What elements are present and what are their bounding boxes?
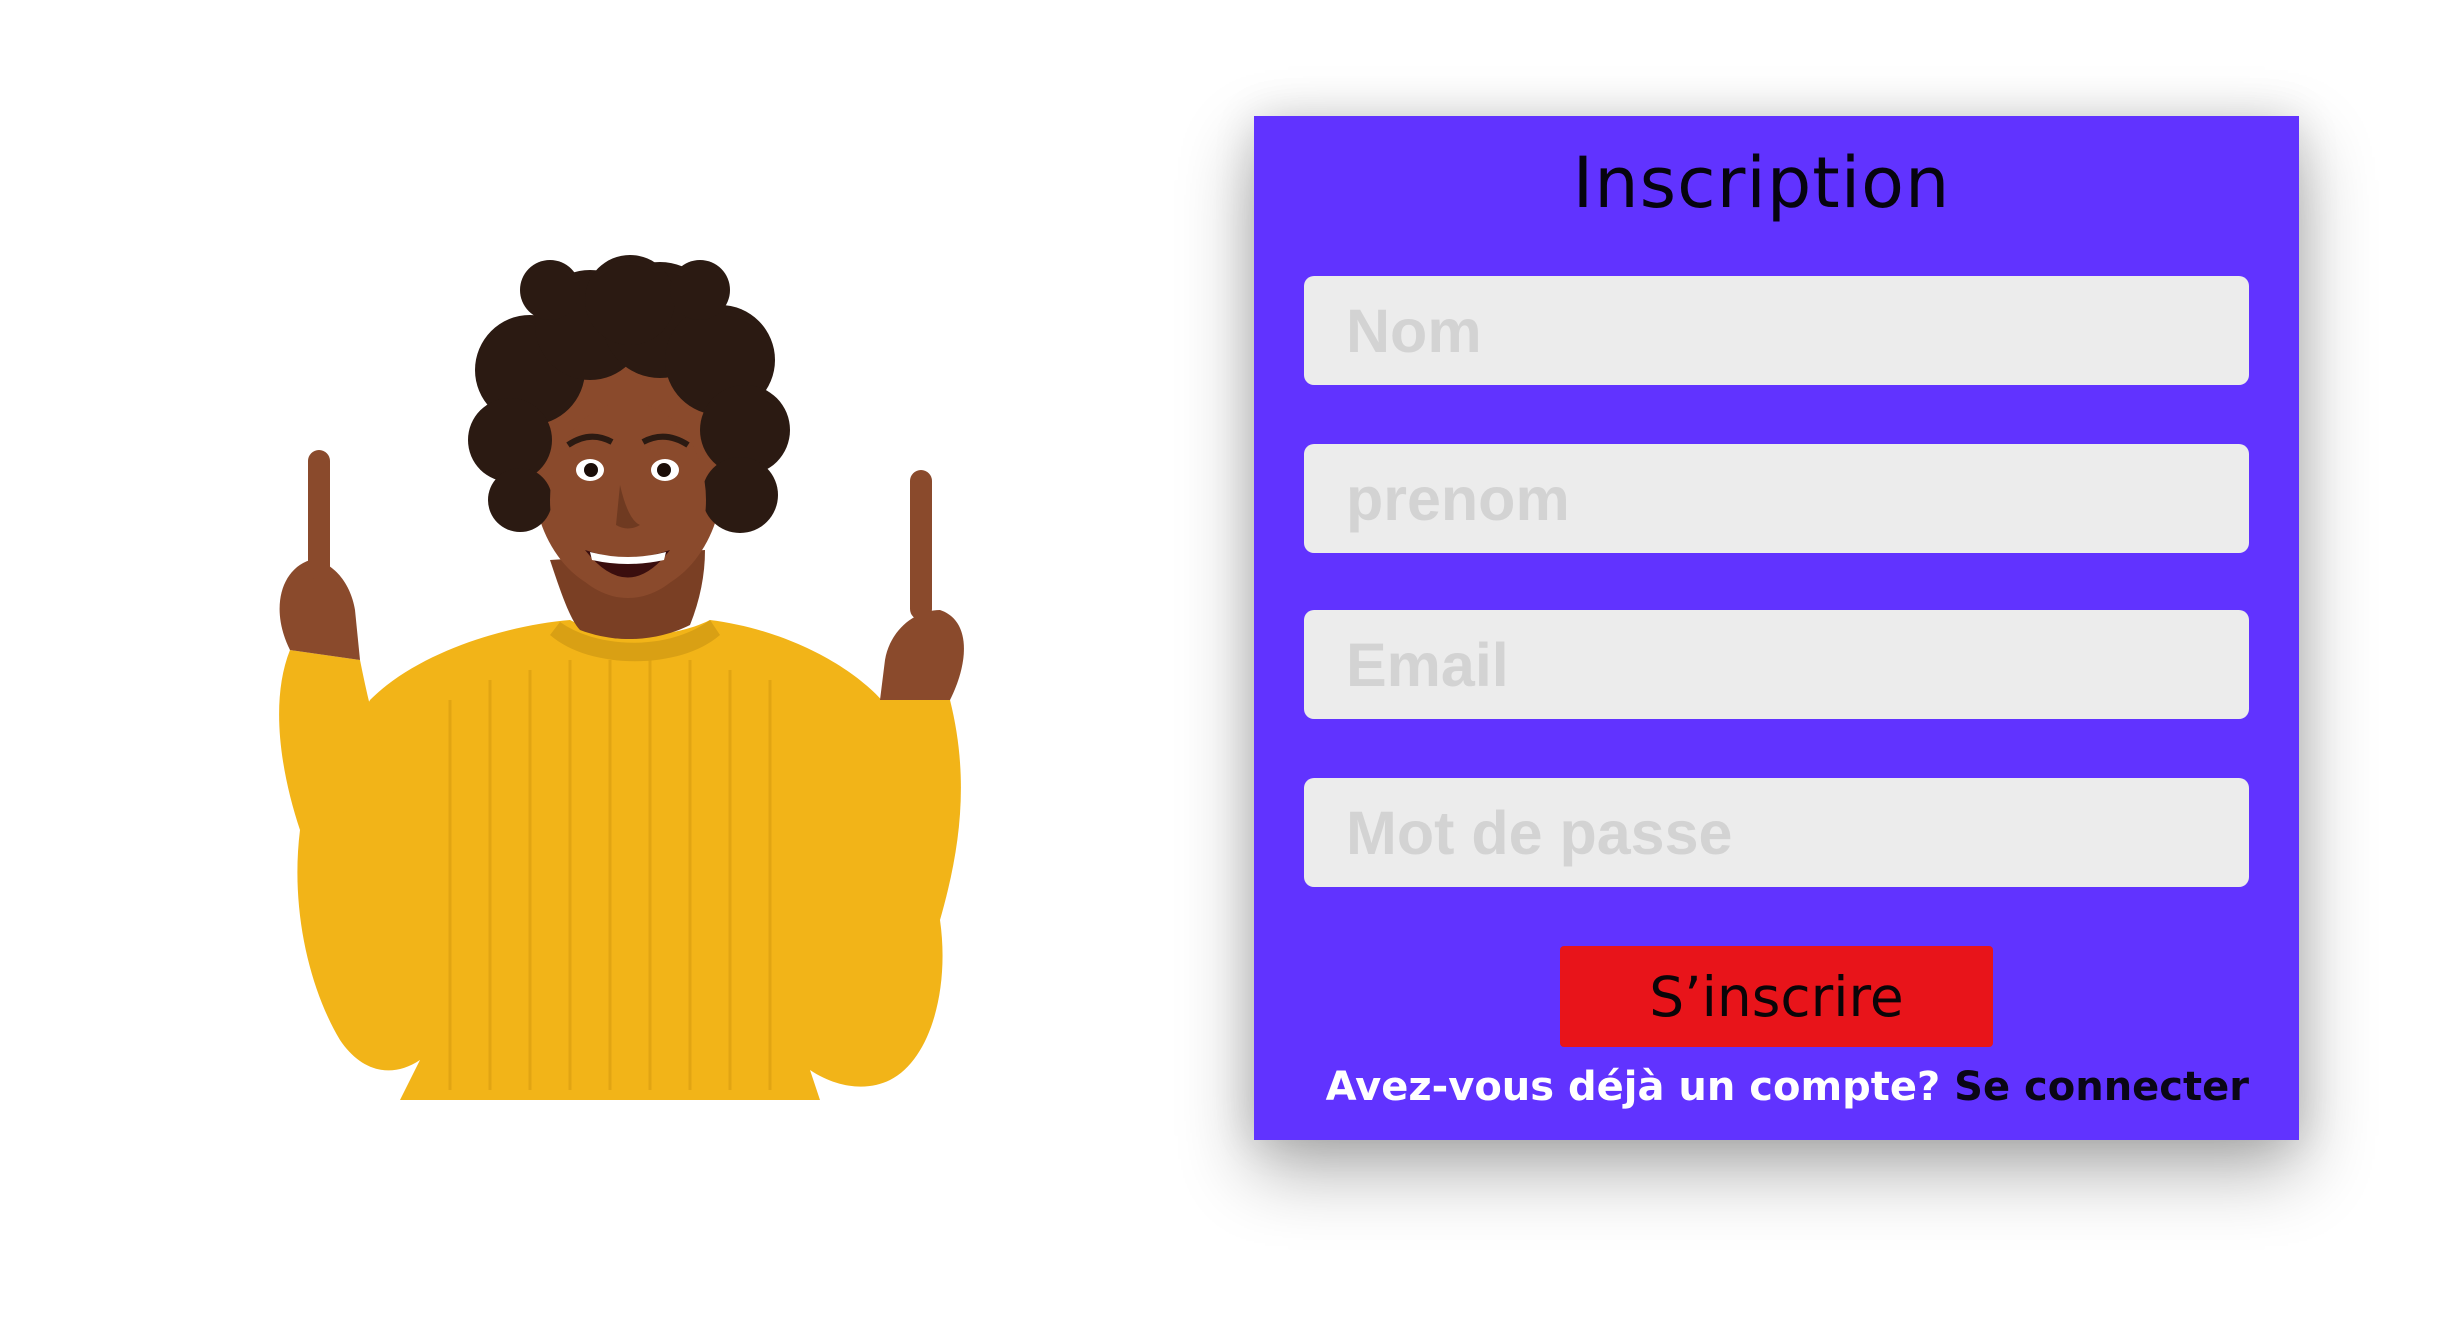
email-input[interactable] [1304,610,2249,719]
signup-page: Inscription S’inscrire Avez-vous déjà un… [0,0,2439,1326]
password-input[interactable] [1304,778,2249,887]
signup-button[interactable]: S’inscrire [1560,946,1993,1047]
person-illustration [250,230,990,1100]
form-title: Inscription [1572,142,1951,224]
prenom-input[interactable] [1304,444,2249,553]
login-prompt-line: Avez-vous déjà un compte? Se connecter [1254,1064,2299,1110]
person-pointing-up-image [279,255,964,1100]
login-prompt-text: Avez-vous déjà un compte? [1325,1064,1955,1110]
nom-input[interactable] [1304,276,2249,385]
login-link[interactable]: Se connecter [1954,1064,2249,1110]
signup-card: Inscription S’inscrire Avez-vous déjà un… [1254,116,2299,1140]
